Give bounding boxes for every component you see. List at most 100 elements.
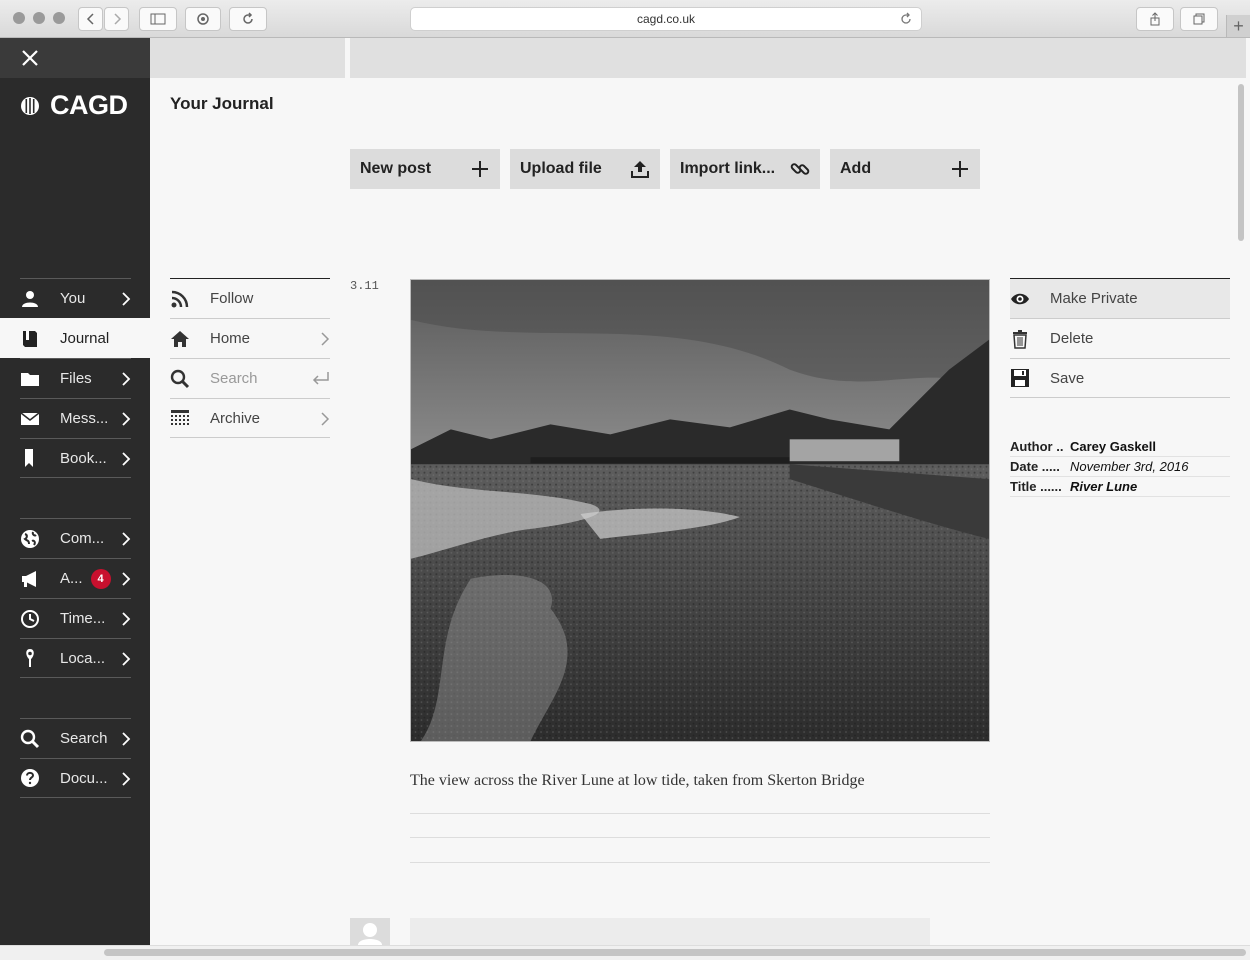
back-button[interactable] [78, 7, 103, 31]
reload-icon [243, 12, 253, 24]
eye-icon [1011, 293, 1029, 304]
globe-icon [20, 529, 40, 549]
caption-rule [410, 862, 990, 863]
sidebar-item-label: Time... [60, 610, 106, 627]
sidebar-item-label: Files [60, 370, 92, 387]
close-icon[interactable] [21, 49, 39, 67]
new-post-button[interactable]: New post [350, 149, 500, 189]
sidebar-nav-main: You Journal Files Mess... Book... [0, 278, 150, 478]
share-icon [1150, 12, 1160, 26]
chevron-right-icon [122, 572, 131, 586]
link-icon [790, 163, 810, 175]
minimize-window-button[interactable] [33, 12, 45, 24]
chevron-right-icon [122, 532, 131, 546]
chevron-right-icon [122, 372, 131, 386]
close-window-button[interactable] [13, 12, 25, 24]
sidebar-item-files[interactable]: Files [20, 358, 131, 398]
top-strip-left [150, 38, 345, 78]
post-photo[interactable] [410, 279, 990, 742]
chevron-right-icon [122, 292, 131, 306]
add-button[interactable]: Add [830, 149, 980, 189]
sidebar-item-community[interactable]: Com... [20, 518, 131, 558]
chevron-right-icon [122, 452, 131, 466]
delete-button[interactable]: Delete [1010, 318, 1230, 358]
sync-icon [197, 13, 209, 25]
logo-icon [21, 96, 39, 115]
meta-date-value: November 3rd, 2016 [1070, 459, 1189, 474]
calendar-grid-icon [171, 410, 189, 425]
upload-icon [631, 161, 649, 178]
sidebar-item-locations[interactable]: Loca... [20, 638, 131, 678]
tabs-overview-button[interactable] [1180, 7, 1218, 31]
follow-link[interactable]: Follow [170, 278, 330, 318]
sidebar-toggle-button[interactable] [139, 7, 177, 31]
search-icon [20, 729, 40, 749]
sidebar-item-bookmarks[interactable]: Book... [20, 438, 131, 478]
sidebar-item-documentation[interactable]: Docu... [20, 758, 131, 798]
sidebar-item-you[interactable]: You [20, 278, 131, 318]
url-text: cagd.co.uk [636, 12, 696, 26]
post-caption[interactable]: The view across the River Lune at low ti… [410, 772, 990, 790]
make-private-label: Make Private [1050, 290, 1138, 307]
sidebar-item-label: Mess... [60, 410, 109, 427]
sidebar-item-timeline[interactable]: Time... [20, 598, 131, 638]
post-metadata: Author .. Carey Gaskell Date ..... Novem… [1010, 437, 1230, 497]
caption-rule [410, 813, 990, 814]
post-date: 3.11 [350, 279, 379, 293]
sidebar-item-search[interactable]: Search [20, 718, 131, 758]
sidebar-item-messages[interactable]: Mess... [20, 398, 131, 438]
save-label: Save [1050, 369, 1085, 387]
sidebar-item-label: A... [60, 570, 83, 587]
sidebar-item-label: Book... [60, 449, 107, 467]
browser-toolbar: cagd.co.uk + [0, 0, 1250, 38]
plus-icon [472, 161, 488, 177]
address-bar[interactable]: cagd.co.uk [410, 7, 922, 31]
make-private-button[interactable]: Make Private [1010, 278, 1230, 318]
new-tab-button[interactable]: + [1226, 15, 1250, 37]
home-link[interactable]: Home [170, 318, 330, 358]
page-title: Your Journal [170, 94, 274, 113]
clock-icon [20, 609, 40, 629]
sidebar-item-journal[interactable]: Journal [0, 318, 150, 358]
chevron-right-icon [122, 652, 131, 666]
sidebar-item-label: Com... [60, 530, 105, 547]
top-strip-right [350, 38, 1246, 78]
megaphone-icon [20, 569, 40, 589]
meta-title-value[interactable]: River Lune [1070, 479, 1137, 494]
vertical-scrollbar[interactable] [1238, 84, 1244, 241]
caption-rule [410, 837, 990, 838]
extension-button[interactable] [185, 7, 221, 31]
forward-button[interactable] [104, 7, 129, 31]
upload-file-button[interactable]: Upload file [510, 149, 660, 189]
sidebar-icon [150, 13, 166, 25]
reload-icon[interactable] [899, 12, 913, 26]
search-placeholder: Search [210, 370, 258, 387]
comment-input[interactable] [410, 918, 930, 945]
sidebar-item-announcements[interactable]: A... 4 [20, 558, 131, 598]
folder-icon [20, 369, 40, 389]
trash-icon [1013, 329, 1027, 349]
app-logo[interactable]: CAGD [20, 90, 128, 121]
enter-icon[interactable] [310, 370, 330, 386]
chevron-right-icon [321, 332, 330, 346]
meta-author-label: Author .. [1010, 439, 1064, 454]
avatar-placeholder-icon [358, 923, 382, 945]
archive-link[interactable]: Archive [170, 398, 330, 438]
share-button[interactable] [1136, 7, 1174, 31]
tabs-icon [1193, 13, 1205, 25]
sidebar-item-label: Search [60, 730, 108, 747]
journal-search-field[interactable]: Search [170, 358, 330, 398]
save-button[interactable]: Save [1010, 358, 1230, 398]
reload-extension-button[interactable] [229, 7, 267, 31]
import-link-button[interactable]: Import link... [670, 149, 820, 189]
rss-icon [171, 290, 189, 307]
meta-title-label: Title ...... [1010, 479, 1062, 494]
follow-label: Follow [210, 290, 254, 307]
sidebar-close-bar [0, 38, 150, 78]
search-icon [170, 369, 190, 388]
post-tools: Make Private Delete Save [1010, 278, 1230, 398]
chevron-right-icon [122, 732, 131, 746]
zoom-window-button[interactable] [53, 12, 65, 24]
import-link-label: Import link... [680, 160, 776, 177]
horizontal-scrollbar[interactable] [104, 949, 1246, 956]
